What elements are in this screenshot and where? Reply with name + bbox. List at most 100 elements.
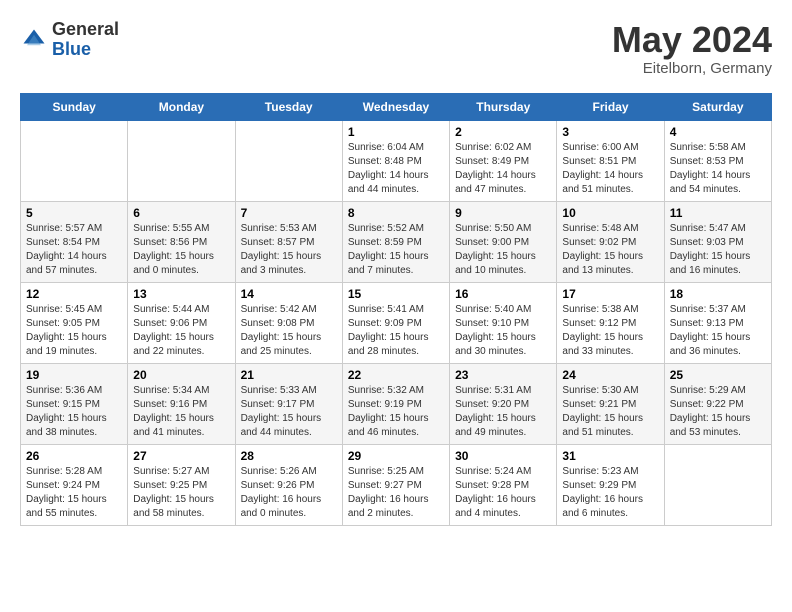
day-number: 12 xyxy=(26,287,122,301)
calendar-cell: 13 Sunrise: 5:44 AM Sunset: 9:06 PM Dayli… xyxy=(128,282,235,363)
day-number: 7 xyxy=(241,206,337,220)
day-info: Sunrise: 5:28 AM Sunset: 9:24 PM Dayligh… xyxy=(26,465,122,521)
day-info: Sunrise: 6:00 AM Sunset: 8:51 PM Dayligh… xyxy=(562,141,658,197)
day-number: 27 xyxy=(133,449,229,463)
calendar-cell xyxy=(235,120,342,201)
day-info: Sunrise: 5:57 AM Sunset: 8:54 PM Dayligh… xyxy=(26,222,122,278)
day-number: 23 xyxy=(455,368,551,382)
calendar-cell: 29 Sunrise: 5:25 AM Sunset: 9:27 PM Dayli… xyxy=(342,444,449,525)
calendar-cell: 14 Sunrise: 5:42 AM Sunset: 9:08 PM Dayli… xyxy=(235,282,342,363)
day-info: Sunrise: 5:32 AM Sunset: 9:19 PM Dayligh… xyxy=(348,384,444,440)
calendar-week-row: 26 Sunrise: 5:28 AM Sunset: 9:24 PM Dayli… xyxy=(21,444,772,525)
day-number: 18 xyxy=(670,287,766,301)
day-number: 13 xyxy=(133,287,229,301)
calendar-table: SundayMondayTuesdayWednesdayThursdayFrid… xyxy=(20,93,772,526)
day-number: 9 xyxy=(455,206,551,220)
day-info: Sunrise: 5:44 AM Sunset: 9:06 PM Dayligh… xyxy=(133,303,229,359)
calendar-cell: 11 Sunrise: 5:47 AM Sunset: 9:03 PM Dayli… xyxy=(664,201,771,282)
day-number: 22 xyxy=(348,368,444,382)
day-info: Sunrise: 5:50 AM Sunset: 9:00 PM Dayligh… xyxy=(455,222,551,278)
day-info: Sunrise: 5:53 AM Sunset: 8:57 PM Dayligh… xyxy=(241,222,337,278)
calendar-cell: 12 Sunrise: 5:45 AM Sunset: 9:05 PM Dayli… xyxy=(21,282,128,363)
calendar-cell xyxy=(128,120,235,201)
calendar-cell: 2Sunrise: 6:02 AM Sunset: 8:49 PM Daylig… xyxy=(450,120,557,201)
calendar-cell: 7 Sunrise: 5:53 AM Sunset: 8:57 PM Daylig… xyxy=(235,201,342,282)
calendar-cell: 19 Sunrise: 5:36 AM Sunset: 9:15 PM Dayli… xyxy=(21,363,128,444)
calendar-cell: 10 Sunrise: 5:48 AM Sunset: 9:02 PM Dayli… xyxy=(557,201,664,282)
day-info: Sunrise: 5:24 AM Sunset: 9:28 PM Dayligh… xyxy=(455,465,551,521)
calendar-cell: 6Sunrise: 5:55 AM Sunset: 8:56 PM Daylig… xyxy=(128,201,235,282)
day-of-week-header: Thursday xyxy=(450,93,557,120)
day-info: Sunrise: 5:48 AM Sunset: 9:02 PM Dayligh… xyxy=(562,222,658,278)
day-number: 8 xyxy=(348,206,444,220)
day-info: Sunrise: 5:29 AM Sunset: 9:22 PM Dayligh… xyxy=(670,384,766,440)
day-number: 6 xyxy=(133,206,229,220)
calendar-cell: 5 Sunrise: 5:57 AM Sunset: 8:54 PM Daylig… xyxy=(21,201,128,282)
day-number: 14 xyxy=(241,287,337,301)
day-info: Sunrise: 5:23 AM Sunset: 9:29 PM Dayligh… xyxy=(562,465,658,521)
day-info: Sunrise: 5:26 AM Sunset: 9:26 PM Dayligh… xyxy=(241,465,337,521)
calendar-cell: 27 Sunrise: 5:27 AM Sunset: 9:25 PM Dayli… xyxy=(128,444,235,525)
day-info: Sunrise: 5:42 AM Sunset: 9:08 PM Dayligh… xyxy=(241,303,337,359)
day-number: 24 xyxy=(562,368,658,382)
calendar-week-row: 19 Sunrise: 5:36 AM Sunset: 9:15 PM Dayli… xyxy=(21,363,772,444)
calendar-cell: 3Sunrise: 6:00 AM Sunset: 8:51 PM Daylig… xyxy=(557,120,664,201)
calendar-cell xyxy=(21,120,128,201)
day-info: Sunrise: 5:41 AM Sunset: 9:09 PM Dayligh… xyxy=(348,303,444,359)
day-number: 15 xyxy=(348,287,444,301)
day-number: 19 xyxy=(26,368,122,382)
day-info: Sunrise: 5:52 AM Sunset: 8:59 PM Dayligh… xyxy=(348,222,444,278)
calendar-cell: 20Sunrise: 5:34 AM Sunset: 9:16 PM Dayli… xyxy=(128,363,235,444)
logo-icon xyxy=(20,26,48,54)
day-of-week-header: Wednesday xyxy=(342,93,449,120)
calendar-cell: 23 Sunrise: 5:31 AM Sunset: 9:20 PM Dayli… xyxy=(450,363,557,444)
calendar-cell: 4Sunrise: 5:58 AM Sunset: 8:53 PM Daylig… xyxy=(664,120,771,201)
day-number: 16 xyxy=(455,287,551,301)
day-info: Sunrise: 5:37 AM Sunset: 9:13 PM Dayligh… xyxy=(670,303,766,359)
calendar-cell: 31Sunrise: 5:23 AM Sunset: 9:29 PM Dayli… xyxy=(557,444,664,525)
calendar-cell: 18 Sunrise: 5:37 AM Sunset: 9:13 PM Dayli… xyxy=(664,282,771,363)
day-info: Sunrise: 5:47 AM Sunset: 9:03 PM Dayligh… xyxy=(670,222,766,278)
day-info: Sunrise: 5:38 AM Sunset: 9:12 PM Dayligh… xyxy=(562,303,658,359)
day-info: Sunrise: 5:27 AM Sunset: 9:25 PM Dayligh… xyxy=(133,465,229,521)
calendar-header-row: SundayMondayTuesdayWednesdayThursdayFrid… xyxy=(21,93,772,120)
day-number: 11 xyxy=(670,206,766,220)
day-info: Sunrise: 5:36 AM Sunset: 9:15 PM Dayligh… xyxy=(26,384,122,440)
day-info: Sunrise: 5:31 AM Sunset: 9:20 PM Dayligh… xyxy=(455,384,551,440)
day-number: 1 xyxy=(348,125,444,139)
calendar-cell: 16 Sunrise: 5:40 AM Sunset: 9:10 PM Dayli… xyxy=(450,282,557,363)
calendar-cell: 30 Sunrise: 5:24 AM Sunset: 9:28 PM Dayli… xyxy=(450,444,557,525)
day-info: Sunrise: 5:40 AM Sunset: 9:10 PM Dayligh… xyxy=(455,303,551,359)
day-number: 21 xyxy=(241,368,337,382)
day-number: 29 xyxy=(348,449,444,463)
day-of-week-header: Saturday xyxy=(664,93,771,120)
day-info: Sunrise: 5:45 AM Sunset: 9:05 PM Dayligh… xyxy=(26,303,122,359)
logo: General Blue xyxy=(20,20,119,60)
calendar-cell: 8 Sunrise: 5:52 AM Sunset: 8:59 PM Daylig… xyxy=(342,201,449,282)
day-number: 5 xyxy=(26,206,122,220)
calendar-week-row: 12 Sunrise: 5:45 AM Sunset: 9:05 PM Dayli… xyxy=(21,282,772,363)
day-info: Sunrise: 6:04 AM Sunset: 8:48 PM Dayligh… xyxy=(348,141,444,197)
day-number: 4 xyxy=(670,125,766,139)
page-header: General Blue May 2024 Eitelborn, Germany xyxy=(20,20,772,77)
day-info: Sunrise: 5:30 AM Sunset: 9:21 PM Dayligh… xyxy=(562,384,658,440)
day-number: 25 xyxy=(670,368,766,382)
calendar-cell: 15 Sunrise: 5:41 AM Sunset: 9:09 PM Dayli… xyxy=(342,282,449,363)
day-number: 30 xyxy=(455,449,551,463)
calendar-cell: 17 Sunrise: 5:38 AM Sunset: 9:12 PM Dayli… xyxy=(557,282,664,363)
calendar-cell: 24 Sunrise: 5:30 AM Sunset: 9:21 PM Dayli… xyxy=(557,363,664,444)
day-of-week-header: Sunday xyxy=(21,93,128,120)
calendar-cell: 28 Sunrise: 5:26 AM Sunset: 9:26 PM Dayli… xyxy=(235,444,342,525)
day-info: Sunrise: 5:25 AM Sunset: 9:27 PM Dayligh… xyxy=(348,465,444,521)
calendar-cell: 26 Sunrise: 5:28 AM Sunset: 9:24 PM Dayli… xyxy=(21,444,128,525)
title-block: May 2024 Eitelborn, Germany xyxy=(612,20,772,77)
calendar-cell: 9 Sunrise: 5:50 AM Sunset: 9:00 PM Daylig… xyxy=(450,201,557,282)
day-number: 10 xyxy=(562,206,658,220)
day-number: 28 xyxy=(241,449,337,463)
calendar-week-row: 5 Sunrise: 5:57 AM Sunset: 8:54 PM Daylig… xyxy=(21,201,772,282)
day-number: 17 xyxy=(562,287,658,301)
day-of-week-header: Monday xyxy=(128,93,235,120)
calendar-cell: 21Sunrise: 5:33 AM Sunset: 9:17 PM Dayli… xyxy=(235,363,342,444)
calendar-week-row: 1 Sunrise: 6:04 AM Sunset: 8:48 PM Daylig… xyxy=(21,120,772,201)
day-number: 26 xyxy=(26,449,122,463)
